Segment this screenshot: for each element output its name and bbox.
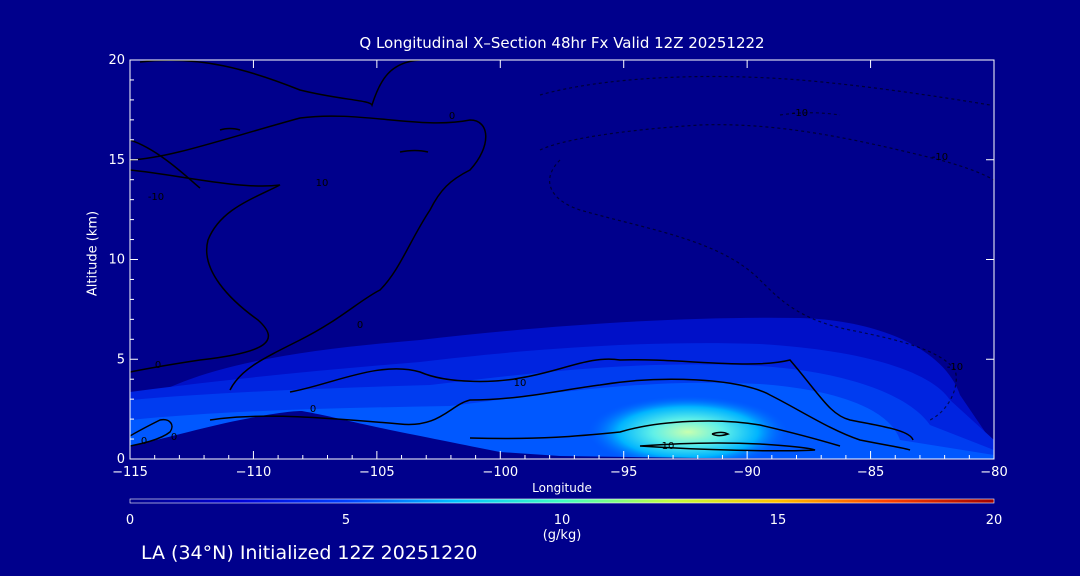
contour-label: 0 — [141, 436, 147, 447]
contour-label: -10 — [792, 108, 808, 119]
colorbar-tick-label: 15 — [770, 513, 787, 528]
contour-label: 0 — [310, 404, 316, 415]
contour-label: -10 — [947, 362, 963, 373]
colorbar-ticks: 0 5 10 15 20 — [126, 513, 1002, 528]
colorbar-tick-label: 0 — [126, 513, 134, 528]
contour-label: 0 — [155, 360, 161, 371]
contour-label: 0 — [357, 320, 363, 331]
x-tick-label: −85 — [857, 465, 884, 480]
contour-line — [399, 149, 429, 153]
contour-line — [779, 112, 841, 116]
contour-label: 10 — [514, 378, 527, 389]
x-tick-label: −80 — [980, 465, 1007, 480]
y-tick-label: 0 — [117, 452, 125, 467]
contour-line — [219, 127, 241, 131]
x-tick-label: −105 — [359, 465, 395, 480]
y-tick-label: 20 — [108, 53, 125, 68]
x-tick-label: −95 — [610, 465, 637, 480]
contour-label: 0 — [449, 111, 455, 122]
colorbar-tick-label: 20 — [986, 513, 1003, 528]
colorbar — [129, 498, 995, 504]
contour-label: -10 — [932, 152, 948, 163]
contour-label: -10 — [148, 192, 164, 203]
y-tick-label: 15 — [108, 153, 125, 168]
x-tick-label: −115 — [112, 465, 148, 480]
y-tick-label: 10 — [108, 253, 125, 268]
cross-section-chart: 0 10 -10 0 10 0 -10 0 -10 10 -10 0 0 −115 −110 −105 −10… — [108, 53, 1007, 528]
plot-area: 0 10 -10 0 10 0 -10 0 -10 10 -10 0 0 — [130, 60, 994, 459]
colorbar-tick-label: 10 — [554, 513, 571, 528]
contour-label: 10 — [316, 178, 329, 189]
colorbar-tick-label: 5 — [342, 513, 350, 528]
contour-line — [539, 124, 994, 181]
x-tick-label: −90 — [733, 465, 760, 480]
contour-label: 0 — [171, 432, 177, 443]
y-tick-label: 5 — [117, 352, 125, 367]
contour-line — [539, 75, 991, 106]
x-tick-label: −100 — [482, 465, 518, 480]
x-tick-label: −110 — [236, 465, 272, 480]
contour-label: 10 — [662, 441, 675, 452]
contour-line — [139, 60, 421, 108]
contour-line — [130, 139, 201, 189]
